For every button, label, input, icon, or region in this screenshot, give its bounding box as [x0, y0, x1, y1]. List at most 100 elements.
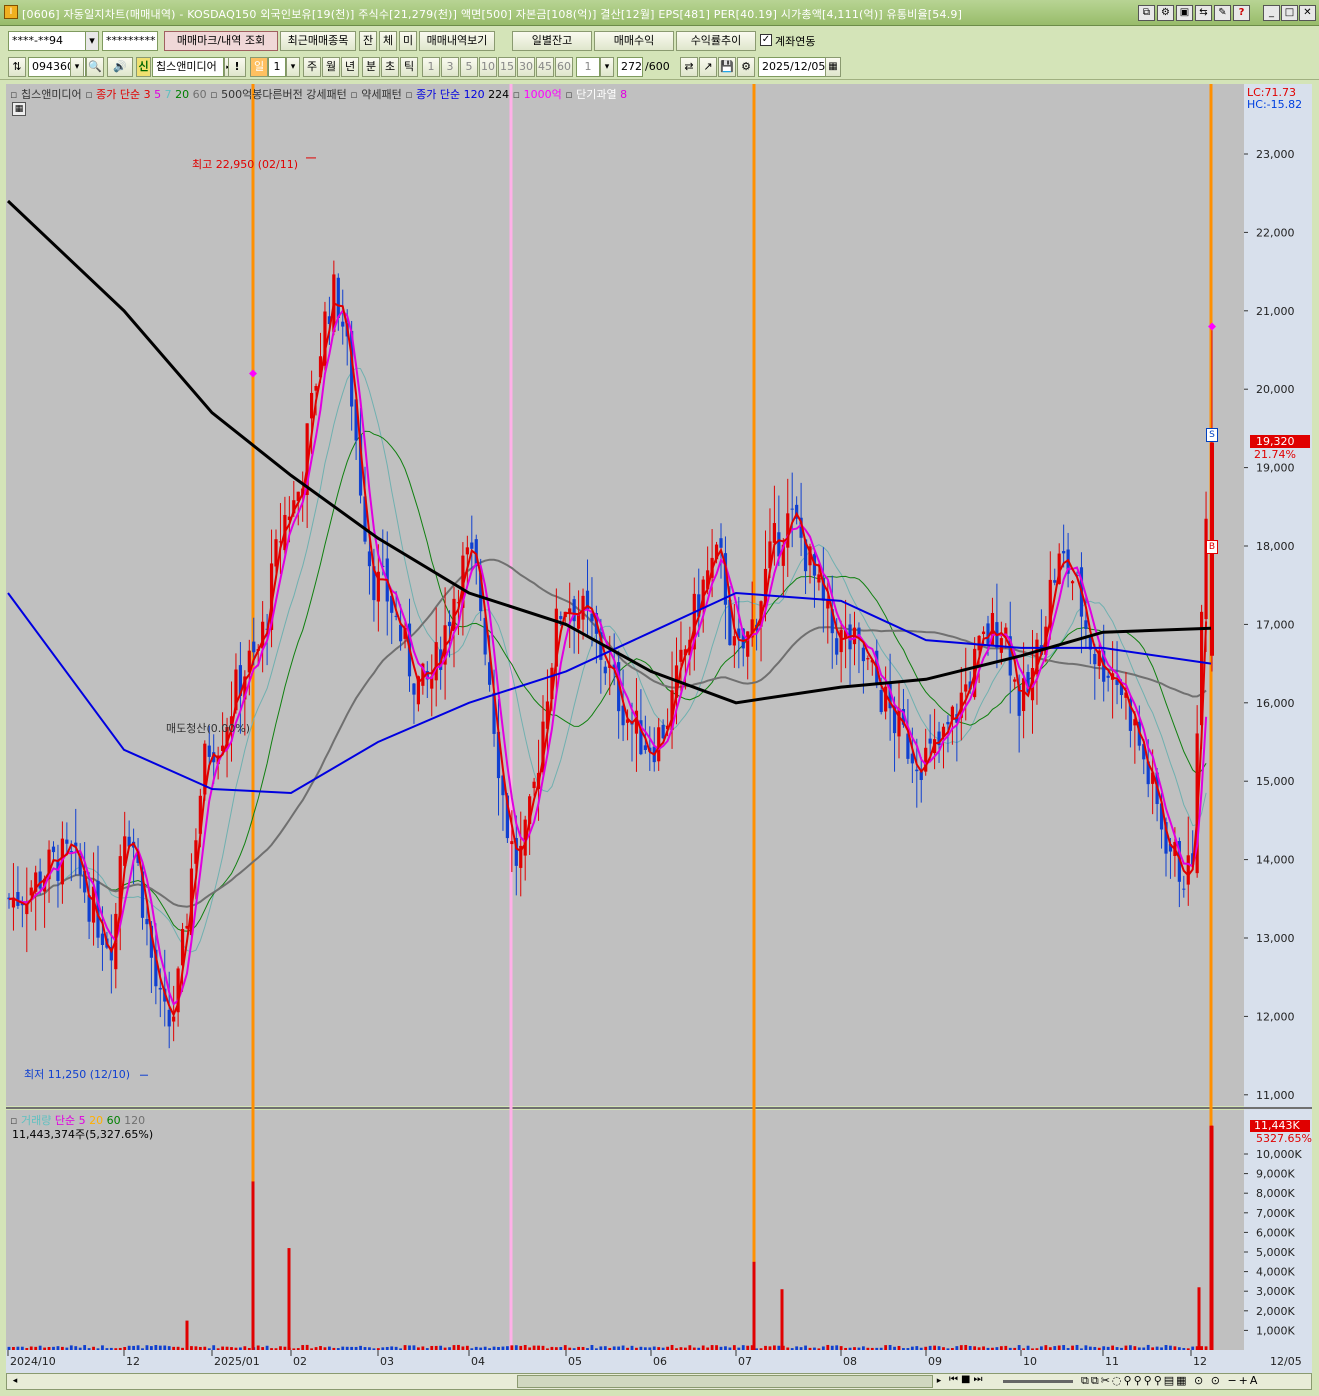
candle-body: [399, 624, 403, 642]
account-link-checkbox[interactable]: ✓: [760, 34, 772, 46]
tab-trade-history[interactable]: 매매내역보기: [419, 31, 495, 51]
interval-10-button[interactable]: 10: [479, 57, 497, 77]
candle-body: [603, 666, 607, 674]
save-icon[interactable]: 💾: [718, 57, 736, 77]
volume-bar: [523, 1344, 527, 1350]
zoom-slider[interactable]: [1003, 1380, 1073, 1383]
volume-bar: [1075, 1344, 1079, 1350]
scroll-left-icon[interactable]: ◂: [9, 1375, 21, 1388]
sell-marker[interactable]: S: [1206, 428, 1218, 442]
period-tick-button[interactable]: 틱: [400, 57, 418, 77]
interval-45-button[interactable]: 45: [536, 57, 554, 77]
tab-recent-trades[interactable]: 최근매매종목: [280, 31, 356, 51]
speaker-icon[interactable]: 🔊: [107, 57, 133, 77]
interval-5-button[interactable]: 5: [460, 57, 478, 77]
volume-bar: [87, 1348, 91, 1350]
tab-balance[interactable]: 잔: [359, 31, 377, 51]
price-tick-label: 20,000: [1256, 383, 1295, 396]
volume-bar: [141, 1348, 144, 1350]
close-icon[interactable]: ✕: [1299, 5, 1316, 21]
buy-marker[interactable]: B: [1206, 540, 1218, 554]
period-num-input[interactable]: 1: [268, 57, 286, 77]
search-icon[interactable]: 🔍: [86, 57, 104, 77]
return-trend-button[interactable]: 수익률추이: [676, 31, 756, 51]
grid-toggle-icon[interactable]: ▦: [12, 102, 26, 116]
account-dropdown-icon[interactable]: ▾: [85, 31, 99, 51]
interval-1-button[interactable]: 1: [422, 57, 440, 77]
tool-icon-5[interactable]: ✎: [1214, 5, 1231, 21]
minimize-icon[interactable]: _: [1263, 5, 1280, 21]
interval-30-button[interactable]: 30: [517, 57, 535, 77]
volume-tick-label: 9,000K: [1256, 1168, 1295, 1181]
maximize-icon[interactable]: □: [1281, 5, 1298, 21]
volume-value: 11,443,374주(5,327.65%): [12, 1128, 154, 1141]
menu-icon[interactable]: ⇅: [8, 57, 26, 77]
help-icon[interactable]: ?: [1233, 5, 1250, 21]
candle-body: [866, 658, 870, 660]
tool-icon-2[interactable]: ⚙: [1157, 5, 1174, 21]
period-year-button[interactable]: 년: [341, 57, 359, 77]
chart-area[interactable]: 23,000 22,000 21,000 20,000 19,000 18,000 17,0…: [6, 84, 1312, 1374]
volume-bar: [381, 1347, 385, 1350]
volume-bar: [74, 1346, 78, 1350]
volume-bar: [554, 1347, 558, 1350]
tool-icon-3[interactable]: ▣: [1176, 5, 1193, 21]
chart-tool-icon-1[interactable]: ⇄: [680, 57, 698, 77]
volume-tick-label: 2,000K: [1256, 1305, 1295, 1318]
volume-bar: [470, 1348, 474, 1350]
password-input[interactable]: *********: [102, 31, 158, 51]
volume-tick-label: 3,000K: [1256, 1285, 1295, 1298]
volume-bar: [56, 1346, 60, 1350]
volume-bar: [394, 1346, 398, 1350]
volume-bar: [857, 1347, 861, 1350]
scroll-thumb[interactable]: [517, 1375, 933, 1388]
tool-icon-1[interactable]: ⧉: [1138, 5, 1155, 21]
settings-icon[interactable]: ⚙: [737, 57, 755, 77]
code-dropdown-icon[interactable]: ▾: [70, 57, 84, 77]
volume-bar: [123, 1347, 127, 1350]
date-tick-label: 12: [126, 1355, 140, 1368]
period-week-button[interactable]: 주: [303, 57, 321, 77]
volume-bar: [835, 1345, 839, 1350]
new-listing-badge[interactable]: 신: [136, 57, 151, 77]
volume-bar: [1062, 1345, 1066, 1350]
date-tick-label: 06: [653, 1355, 667, 1368]
volume-bar: [461, 1346, 465, 1350]
volume-bar: [38, 1345, 42, 1350]
scroll-right-icon[interactable]: ▸: [933, 1375, 945, 1388]
period-dropdown-icon[interactable]: ▾: [286, 57, 300, 77]
tab-filled[interactable]: 체: [379, 31, 397, 51]
price-legend: ▫ 칩스앤미디어 ▫ 종가 단순 3 5 7 20 60 ▫ 500억봉다른버전…: [10, 88, 628, 101]
interval-dropdown-icon[interactable]: ▾: [600, 57, 614, 77]
chart-tool-icon-2[interactable]: ↗: [699, 57, 717, 77]
period-minute-button[interactable]: 분: [362, 57, 380, 77]
volume-bar: [69, 1345, 73, 1350]
daily-balance-button[interactable]: 일별잔고: [512, 31, 592, 51]
trade-profit-button[interactable]: 매매수익: [594, 31, 674, 51]
interval-15-button[interactable]: 15: [498, 57, 516, 77]
bar-count-input[interactable]: 272: [617, 57, 643, 77]
volume-bar: [626, 1347, 629, 1350]
alert-button[interactable]: !: [228, 57, 246, 77]
period-second-button[interactable]: 초: [381, 57, 399, 77]
view-tools[interactable]: ⧉⧉✂◌⚲⚲⚲⚲▤▦ ⊙ ⊙ −+A: [1081, 1374, 1259, 1388]
volume-bar: [612, 1346, 616, 1350]
volume-bar: [368, 1347, 371, 1350]
playback-controls[interactable]: ⏮■⏭: [949, 1374, 985, 1385]
interval-input[interactable]: 1: [576, 57, 600, 77]
period-month-button[interactable]: 월: [322, 57, 340, 77]
volume-bar: [973, 1346, 977, 1350]
tab-trade-marks[interactable]: 매매마크/내역 조회: [164, 31, 278, 51]
period-day-button[interactable]: 일: [250, 57, 268, 77]
date-input[interactable]: 2025/12/05: [758, 57, 826, 77]
chart-scrollbar[interactable]: ◂ ▸ ⏮■⏭ ⧉⧉✂◌⚲⚲⚲⚲▤▦ ⊙ ⊙ −+A: [6, 1373, 1312, 1390]
candle-body: [207, 745, 211, 757]
tool-icon-4[interactable]: ⇆: [1195, 5, 1212, 21]
calendar-icon[interactable]: ▦: [825, 57, 841, 77]
volume-bar: [296, 1348, 300, 1350]
tab-unfilled[interactable]: 미: [399, 31, 417, 51]
app-icon: I: [4, 5, 18, 19]
interval-3-button[interactable]: 3: [441, 57, 459, 77]
volume-bar: [265, 1345, 269, 1350]
interval-60-button[interactable]: 60: [555, 57, 573, 77]
